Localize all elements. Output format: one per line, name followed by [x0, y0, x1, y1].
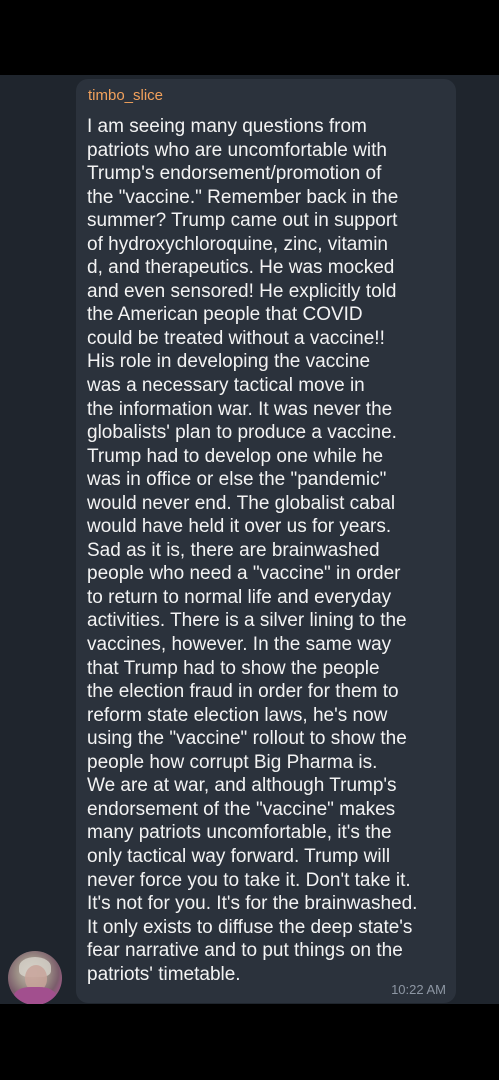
message-line: the American people that COVID [87, 304, 363, 326]
message-line: would never end. The globalist cabal [87, 492, 396, 514]
top-bar [0, 0, 499, 75]
message-line: using the "vaccine" rollout to show the [87, 728, 407, 750]
message-line: the "vaccine." Remember back in the [87, 186, 399, 208]
message-line: endorsement of the "vaccine" makes [87, 798, 396, 820]
message-line: the information war. It was never the [87, 398, 393, 420]
message-line: many patriots uncomfortable, it's the [87, 822, 392, 844]
message-author[interactable]: timbo_slice [88, 87, 163, 105]
message-line: It's not for you. It's for the brainwash… [87, 893, 418, 915]
message-line: We are at war, and although Trump's [87, 775, 397, 797]
message-line: of hydroxychloroquine, zinc, vitamin [87, 233, 388, 255]
message-line: globalists' plan to produce a vaccine. [87, 422, 397, 444]
message-line: It only exists to diffuse the deep state… [87, 916, 413, 938]
message-line: was in office or else the "pandemic" [87, 469, 387, 491]
message-line: the election fraud in order for them to [87, 681, 399, 703]
message-line: people who need a "vaccine" in order [87, 563, 401, 585]
message-line: summer? Trump came out in support [87, 210, 398, 232]
message-line: never force you to take it. Don't take i… [87, 869, 411, 891]
message-line: I am seeing many questions from [87, 116, 367, 137]
message-line: His role in developing the vaccine [87, 351, 371, 373]
message-line: Trump had to develop one while he [87, 445, 384, 467]
message-line: would have held it over us for years. [87, 516, 392, 538]
avatar-clothing [14, 987, 56, 1005]
message-line: vaccines, however. In the same way [87, 634, 392, 656]
message-line: Trump's endorsement/promotion of [87, 163, 382, 185]
message-line: that Trump had to show the people [87, 657, 380, 679]
sender-avatar[interactable] [8, 951, 62, 1005]
message-line: Sad as it is, there are brainwashed [87, 539, 380, 561]
message-line: fear narrative and to put things on the [87, 940, 403, 962]
message-line: d, and therapeutics. He was mocked [87, 257, 395, 279]
message-text: I am seeing many questions from patriots… [87, 115, 447, 986]
message-line: activities. There is a silver lining to … [87, 610, 407, 632]
message-line: to return to normal life and everyday [87, 586, 392, 608]
message-bubble[interactable]: timbo_slice I am seeing many questions f… [76, 79, 456, 1003]
bottom-bar [0, 1004, 499, 1080]
message-line: reform state election laws, he's now [87, 704, 388, 726]
message-line: patriots who are uncomfortable with [87, 139, 387, 161]
message-timestamp: 10:22 AM [391, 982, 446, 997]
message-line: was a necessary tactical move in [87, 375, 365, 397]
message-line: and even sensored! He explicitly told [87, 280, 397, 302]
message-line: could be treated without a vaccine!! [87, 327, 385, 349]
message-line: only tactical way forward. Trump will [87, 845, 391, 867]
message-line: people how corrupt Big Pharma is. [87, 751, 378, 773]
